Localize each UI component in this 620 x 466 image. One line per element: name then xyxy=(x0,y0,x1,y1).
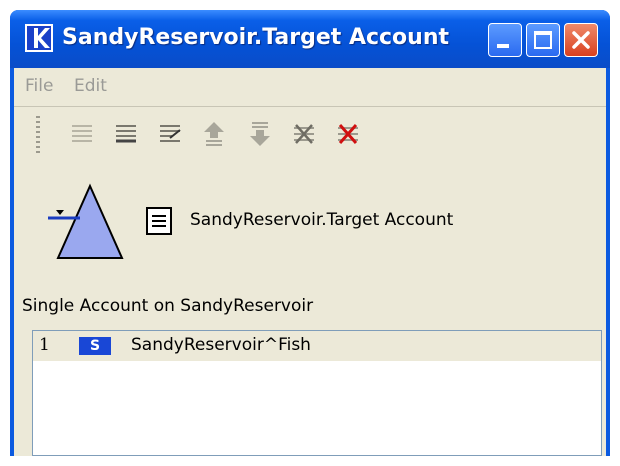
menu-separator xyxy=(14,106,606,107)
object-label: SandyReservoir.Target Account xyxy=(190,210,454,230)
section-label: Single Account on SandyReservoir xyxy=(22,296,314,316)
minimize-icon xyxy=(497,44,509,48)
account-type-badge: S xyxy=(79,337,111,355)
menu-edit[interactable]: Edit xyxy=(74,76,107,96)
move-down-icon[interactable] xyxy=(246,120,274,148)
title-bar[interactable]: SandyReservoir.Target Account xyxy=(10,10,610,68)
maximize-icon xyxy=(534,31,552,49)
document-icon[interactable] xyxy=(146,207,172,235)
maximize-button[interactable] xyxy=(526,23,560,57)
window-client: File Edit SandyReservoir.Target Account … xyxy=(14,68,606,456)
delete-icon[interactable] xyxy=(290,120,318,148)
delete-red-icon[interactable] xyxy=(334,120,362,148)
close-button[interactable] xyxy=(564,23,598,57)
move-up-icon[interactable] xyxy=(200,120,228,148)
list-icon[interactable] xyxy=(68,120,96,148)
close-icon xyxy=(572,31,590,49)
menu-file[interactable]: File xyxy=(25,76,53,96)
reservoir-triangle-icon xyxy=(48,183,124,259)
row-index: 1 xyxy=(39,335,50,355)
toolbar-grip[interactable] xyxy=(36,116,40,156)
toolbar xyxy=(14,110,606,160)
account-name: SandyReservoir^Fish xyxy=(131,335,311,355)
list-item[interactable]: 1 S SandyReservoir^Fish xyxy=(33,331,601,361)
list-dark-icon[interactable] xyxy=(112,120,140,148)
minimize-button[interactable] xyxy=(488,23,522,57)
app-icon xyxy=(25,24,53,52)
window-title: SandyReservoir.Target Account xyxy=(62,25,450,50)
menu-bar: File Edit xyxy=(14,68,606,104)
account-list[interactable]: 1 S SandyReservoir^Fish xyxy=(32,330,602,456)
edit-list-icon[interactable] xyxy=(156,120,184,148)
account-window: SandyReservoir.Target Account File Edit xyxy=(10,10,610,456)
